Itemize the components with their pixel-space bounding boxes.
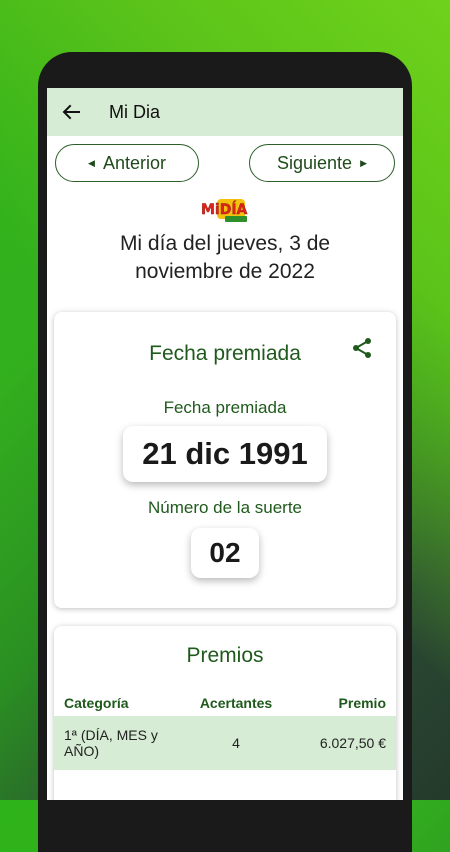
- category-cell: 1ª (DÍA, MES y AÑO): [64, 727, 158, 759]
- arrow-back-icon: [62, 104, 80, 120]
- lucky-number-value: 02: [191, 528, 259, 578]
- table-header: Categoría Acertantes Premio: [54, 690, 396, 716]
- column-header-prize: Premio: [338, 695, 386, 711]
- column-header-category: Categoría: [64, 695, 129, 711]
- winning-date-label: Fecha premiada: [163, 398, 287, 417]
- prize-cell: 6.027,50 €: [319, 735, 386, 751]
- back-button[interactable]: [47, 88, 95, 136]
- app-screen: Mi Dia ◀ Anterior Siguiente ▶ MiDÍA Mi d…: [47, 88, 403, 800]
- next-button[interactable]: Siguiente ▶: [249, 144, 395, 182]
- next-label: Siguiente: [277, 152, 353, 173]
- card-heading: Fecha premiada: [149, 342, 301, 365]
- midia-logo: MiDÍA: [199, 196, 251, 224]
- share-icon: [353, 338, 371, 358]
- draw-date-title: Mi día del jueves, 3 de noviembre de 202…: [119, 232, 331, 283]
- previous-label: Anterior: [102, 152, 166, 173]
- prizes-card: Premios Categoría Acertantes Premio 1ª (…: [54, 626, 396, 800]
- prizes-table: Categoría Acertantes Premio 1ª (DÍA, MES…: [54, 690, 396, 770]
- chevron-right-icon: ▶: [360, 157, 367, 168]
- page-title: Mi Dia: [109, 101, 161, 122]
- draw-navigation: ◀ Anterior Siguiente ▶: [47, 136, 403, 182]
- app-bar: Mi Dia: [47, 88, 403, 136]
- share-button[interactable]: [350, 336, 374, 360]
- svg-text:MiDÍA: MiDÍA: [201, 201, 248, 218]
- lucky-number-label: Número de la suerte: [147, 498, 303, 517]
- winning-date-card: Fecha premiada Fecha premiada 21 dic 199…: [54, 312, 396, 608]
- winners-cell: 4: [232, 735, 240, 751]
- previous-button[interactable]: ◀ Anterior: [55, 144, 199, 182]
- table-row: 1ª (DÍA, MES y AÑO) 4 6.027,50 €: [54, 716, 396, 770]
- winning-date-value: 21 dic 1991: [123, 426, 327, 482]
- column-header-winners: Acertantes: [199, 695, 273, 711]
- chevron-left-icon: ◀: [88, 157, 95, 168]
- prizes-heading: Premios: [186, 644, 264, 667]
